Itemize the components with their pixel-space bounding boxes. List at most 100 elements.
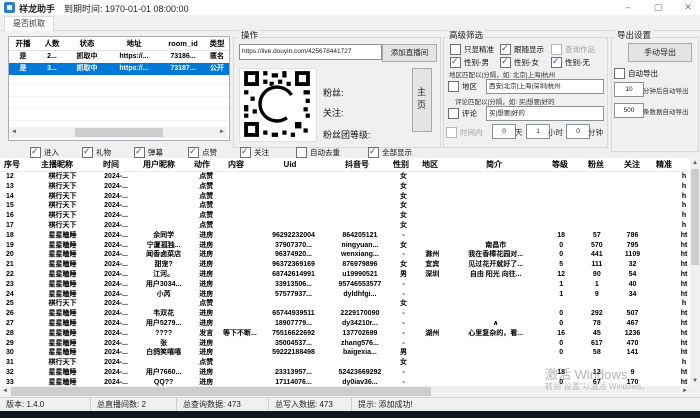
add-room-button[interactable]: 添加直播间 [382,44,437,62]
table-row[interactable]: 15棋行天下2024-...点赞女h [0,201,690,211]
region-filter-checkbox[interactable]: 地区 [448,81,477,91]
column-header[interactable]: 关注 [614,158,650,171]
scroll-up-icon[interactable]: ▲ [690,158,700,168]
auto-export-checkbox[interactable]: 自动导出 [614,68,658,78]
tab-strip: 是否抓取 [0,15,700,31]
adv-filter-checkbox[interactable]: 性别-无 [551,57,590,67]
column-header[interactable]: 开播 [9,37,37,50]
hours-input[interactable]: 1 [526,124,550,139]
table-row[interactable]: 13棋行天下2024-...点赞女h [0,182,690,192]
event-filter-checkbox[interactable]: 进入 [30,147,59,157]
table-cell [650,290,678,300]
column-header[interactable]: 性别 [388,158,414,171]
scroll-right-icon[interactable]: ► [217,127,227,137]
table-cell: - [391,309,417,319]
table-row[interactable]: 22星星瞌睡2024-...江河。进房68742614991u19990521男… [0,270,690,280]
column-header[interactable]: 动作 [186,158,218,171]
table-row[interactable]: 19星星瞌睡2024-...宁厦孤独...进房37907370...ningyu… [0,241,690,251]
event-filter-checkbox[interactable]: 弹幕 [134,147,163,157]
column-header[interactable]: 地区 [414,158,446,171]
manual-export-button[interactable]: 手动导出 [628,43,692,62]
column-header[interactable]: 精准 [650,158,678,171]
adv-filter-checkbox[interactable]: 跟随显示 [500,44,544,54]
column-header[interactable]: 类型 [205,37,229,50]
homepage-button[interactable]: 主页 [412,68,432,132]
column-header[interactable] [678,158,690,171]
minutes-range-input[interactable]: 0 [566,124,590,139]
adv-filter-checkbox[interactable]: 只显精准 [450,44,494,54]
table-row[interactable]: 是2...抓取中https://...73186...匿名 [9,51,229,63]
table-cell: 22 [0,270,30,280]
table-row[interactable]: 30星星瞌睡2024-...白鸽笑嘻嘻进房59222188498baigexia… [0,348,690,358]
column-header[interactable]: 序号 [0,158,24,171]
column-header[interactable]: 时间 [90,158,132,171]
table-cell: 2024-... [95,172,137,182]
event-filter-checkbox[interactable]: 全部显示 [368,147,412,157]
column-header[interactable]: room_id [161,37,205,50]
table-row[interactable]: 27星星瞌睡2024-...用户5279...进房18907779...dy34… [0,319,690,329]
column-header[interactable]: 用户昵称 [132,158,186,171]
table-cell: 31 [0,358,30,368]
event-filter-checkbox[interactable]: 自动去重 [296,147,340,157]
minimize-icon[interactable]: – [616,0,640,15]
table-row[interactable]: 23星星瞌睡2024-...用户3034...进房33913506...9574… [0,280,690,290]
tab-capture[interactable]: 是否抓取 [4,16,54,31]
scrollbar-thumb[interactable] [75,128,163,137]
column-header[interactable]: 主播昵称 [24,158,90,171]
table-row[interactable]: 28星星瞌睡2024-...????发言等下不断...7551662269213… [0,329,690,339]
event-filter-checkbox[interactable]: 点赞 [188,147,217,157]
column-header[interactable]: 粉丝 [578,158,614,171]
table-cell: 32 [0,368,30,378]
scroll-left-icon[interactable]: ◄ [0,386,10,397]
scroll-right-icon[interactable]: ► [680,386,690,397]
auto-export-minutes-input[interactable]: 10 [614,82,644,97]
column-header[interactable]: 内容 [218,158,254,171]
table-row[interactable]: 26星星瞌睡2024-...韦双花进房657449395112229170090… [0,309,690,319]
table-row[interactable]: 21星星瞌睡2024-...甜宠?进房96372369169876979896女… [0,260,690,270]
table-row[interactable]: 20星星瞌睡2024-...闻香卤菜店进房96374920...wenxiang… [0,250,690,260]
table-cell: ht [678,329,690,339]
column-header[interactable]: 等级 [542,158,578,171]
adv-filter-checkbox[interactable]: 查询作品 [551,44,595,54]
table-cell: 9 [579,290,615,300]
table-row[interactable]: 是3...抓取中https://...73187...公开 [9,63,229,75]
time-range-checkbox[interactable]: 时间内 [446,127,483,137]
scrollbar-thumb[interactable] [691,169,699,265]
table-row[interactable]: 29星星瞌睡2024-...张进房35004537...zhang576...-… [0,339,690,349]
table-row[interactable]: 18星星瞌睡2024-...余同学进房96292232004864205121-… [0,231,690,241]
rooms-hscrollbar[interactable]: ◄ ► [9,127,227,138]
event-filter-checkbox[interactable]: 礼物 [82,147,111,157]
close-icon[interactable]: ✕ [676,0,700,15]
auto-export-count-input[interactable]: 500 [614,103,644,118]
scroll-left-icon[interactable]: ◄ [9,127,19,137]
comment-filter-checkbox[interactable]: 评论 [448,108,477,118]
scrollbar-thumb[interactable] [11,387,431,396]
table-cell [543,192,579,202]
column-header[interactable]: 地址 [107,37,161,50]
column-header[interactable]: 简介 [446,158,542,171]
scroll-down-icon[interactable]: ▼ [690,376,700,386]
days-input[interactable]: 0 [492,124,516,139]
room-url-input[interactable]: https://live.douyin.com/425678441727 [239,44,382,60]
column-header[interactable]: Uid [254,158,326,171]
table-row[interactable]: 24星星瞌睡2024-...小芮进房57577937...dyldhfgi...… [0,290,690,300]
table-row[interactable]: 14棋行天下2024-...点赞女h [0,192,690,202]
column-header[interactable]: 抖音号 [326,158,388,171]
table-row[interactable]: 25棋行天下2024-...点赞女h [0,299,690,309]
region-filter-input[interactable]: 西安|北京|上海|深圳|杭州 [486,79,604,94]
table-row[interactable]: 12棋行天下2024-...点赞女h [0,172,690,182]
event-filter-checkbox[interactable]: 关注 [240,147,269,157]
comment-filter-input[interactable]: 买|想要|好的 [486,106,604,121]
table-row[interactable]: 17棋行天下2024-...点赞女h [0,221,690,231]
maximize-icon[interactable]: ▢ [646,0,670,15]
table-cell: 女 [391,299,417,309]
adv-filter-checkbox[interactable]: 性别-女 [500,57,539,67]
column-header[interactable]: 状态 [67,37,107,50]
column-header[interactable]: 人数 [37,37,67,50]
table-cell [329,172,390,182]
table-cell [329,182,390,192]
adv-filter-checkbox[interactable]: 性别-男 [450,57,489,67]
main-table-vscrollbar[interactable]: ▲ ▼ [690,158,700,386]
table-cell [650,182,678,192]
table-row[interactable]: 16棋行天下2024-...点赞女h [0,211,690,221]
